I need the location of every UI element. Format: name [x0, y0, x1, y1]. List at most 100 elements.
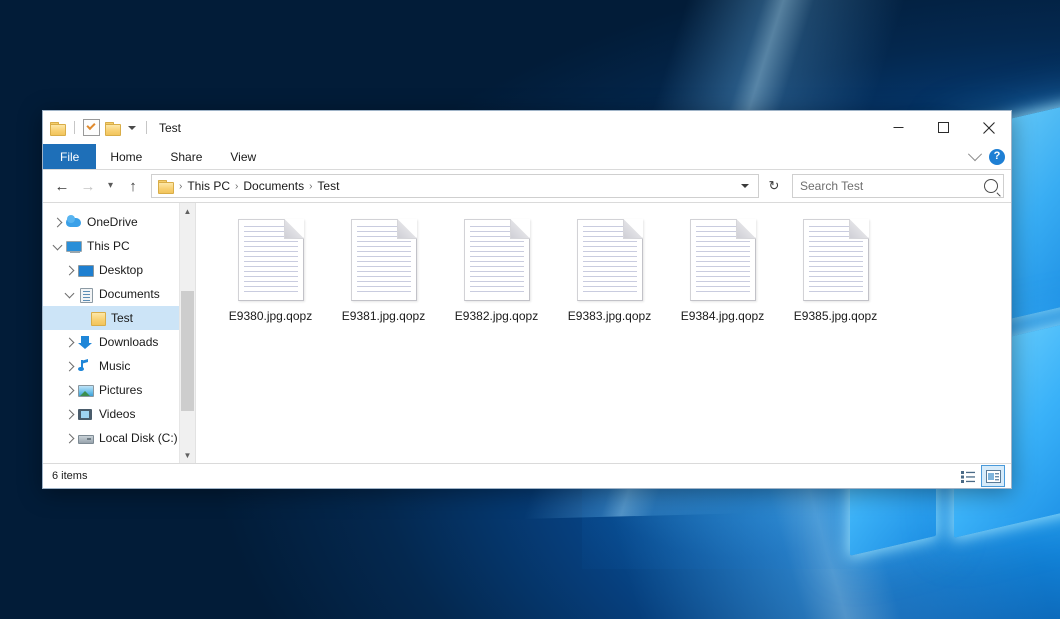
- this-pc-icon: [65, 239, 82, 254]
- chevron-right-icon[interactable]: [61, 363, 77, 370]
- breadcrumb-separator: ›: [233, 181, 240, 192]
- navigation-pane: OneDrive This PC Desktop Documents: [43, 203, 196, 463]
- chevron-right-icon[interactable]: [61, 411, 77, 418]
- properties-icon[interactable]: [83, 119, 100, 136]
- search-input[interactable]: [798, 178, 984, 194]
- sidebar-item-test[interactable]: Test: [43, 306, 195, 330]
- quick-access-toolbar: [50, 119, 150, 136]
- scroll-up-icon[interactable]: ▲: [180, 203, 195, 219]
- scrollbar-thumb[interactable]: [181, 291, 194, 411]
- chevron-right-icon[interactable]: [61, 387, 77, 394]
- sidebar-item-label: Videos: [99, 407, 135, 421]
- file-list-view[interactable]: E9380.jpg.qopz E9381.jpg.qopz E9382.jpg.…: [196, 203, 1011, 463]
- tab-view[interactable]: View: [216, 144, 270, 169]
- tab-file[interactable]: File: [43, 144, 96, 169]
- document-fold: [849, 219, 869, 239]
- new-folder-icon[interactable]: [105, 121, 121, 135]
- minimize-button[interactable]: [876, 111, 921, 144]
- generic-document-icon: [690, 219, 756, 301]
- sidebar-item-onedrive[interactable]: OneDrive: [43, 210, 195, 234]
- breadcrumb-this-pc[interactable]: This PC: [184, 179, 233, 193]
- chevron-down-icon[interactable]: [968, 147, 982, 161]
- forward-button: →: [76, 174, 100, 198]
- breadcrumb-test[interactable]: Test: [314, 179, 342, 193]
- up-button[interactable]: ↑: [121, 174, 145, 198]
- chevron-down-icon[interactable]: [49, 244, 65, 249]
- desktop-icon: [77, 263, 94, 278]
- address-bar: ← → ▾ ↑ › This PC › Documents › Test ↻: [43, 170, 1011, 202]
- generic-document-icon: [351, 219, 417, 301]
- breadcrumb-separator: ›: [307, 181, 314, 192]
- file-name: E9381.jpg.qopz: [342, 309, 425, 323]
- documents-icon: [77, 287, 94, 302]
- sidebar-item-music[interactable]: Music: [43, 354, 195, 378]
- chevron-right-icon[interactable]: [61, 267, 77, 274]
- back-button[interactable]: ←: [50, 174, 74, 198]
- address-dropdown-icon[interactable]: [741, 184, 749, 188]
- document-fold: [736, 219, 756, 239]
- document-fold: [284, 219, 304, 239]
- title-bar: Test: [43, 111, 1011, 144]
- details-view-icon[interactable]: [957, 466, 979, 486]
- file-name: E9385.jpg.qopz: [794, 309, 877, 323]
- help-icon[interactable]: ?: [989, 149, 1005, 165]
- scroll-down-icon[interactable]: ▼: [180, 447, 195, 463]
- ribbon-tab-bar: File Home Share View ?: [43, 144, 1011, 170]
- window-body: OneDrive This PC Desktop Documents: [43, 202, 1011, 463]
- sidebar-item-documents[interactable]: Documents: [43, 282, 195, 306]
- file-name: E9384.jpg.qopz: [681, 309, 764, 323]
- sidebar-item-this-pc[interactable]: This PC: [43, 234, 195, 258]
- tab-home[interactable]: Home: [96, 144, 156, 169]
- sidebar-scrollbar[interactable]: ▲ ▼: [179, 203, 195, 463]
- videos-icon: [77, 407, 94, 422]
- sidebar-item-label: Documents: [99, 287, 160, 301]
- chevron-right-icon[interactable]: [49, 219, 65, 226]
- search-icon[interactable]: [984, 179, 998, 193]
- list-item[interactable]: E9380.jpg.qopz: [214, 215, 327, 323]
- sidebar-item-label: Pictures: [99, 383, 142, 397]
- file-name: E9383.jpg.qopz: [568, 309, 651, 323]
- tab-share[interactable]: Share: [156, 144, 216, 169]
- generic-document-icon: [464, 219, 530, 301]
- pictures-icon: [77, 383, 94, 398]
- list-item[interactable]: E9384.jpg.qopz: [666, 215, 779, 323]
- folder-icon: [89, 311, 106, 326]
- folder-icon[interactable]: [50, 121, 66, 135]
- breadcrumb[interactable]: › This PC › Documents › Test: [151, 174, 759, 198]
- chevron-down-icon[interactable]: [61, 292, 77, 297]
- window-controls: [876, 111, 1011, 144]
- sidebar-item-pictures[interactable]: Pictures: [43, 378, 195, 402]
- customize-dropdown-icon[interactable]: [128, 126, 136, 130]
- breadcrumb-documents[interactable]: Documents: [240, 179, 307, 193]
- list-item[interactable]: E9381.jpg.qopz: [327, 215, 440, 323]
- music-icon: [77, 359, 94, 374]
- sidebar-item-desktop[interactable]: Desktop: [43, 258, 195, 282]
- maximize-button[interactable]: [921, 111, 966, 144]
- list-item[interactable]: E9385.jpg.qopz: [779, 215, 892, 323]
- chevron-right-icon[interactable]: [61, 435, 77, 442]
- recent-locations-icon[interactable]: ▾: [102, 174, 119, 198]
- generic-document-icon: [577, 219, 643, 301]
- search-box[interactable]: [792, 174, 1004, 198]
- list-item[interactable]: E9382.jpg.qopz: [440, 215, 553, 323]
- onedrive-icon: [65, 215, 82, 230]
- sidebar-item-downloads[interactable]: Downloads: [43, 330, 195, 354]
- list-item[interactable]: E9383.jpg.qopz: [553, 215, 666, 323]
- chevron-right-icon[interactable]: [61, 339, 77, 346]
- file-explorer-window: Test File Home Share View ?: [42, 110, 1012, 489]
- close-button[interactable]: [966, 111, 1011, 144]
- sidebar-item-local-disk-c[interactable]: Local Disk (C:): [43, 426, 195, 450]
- refresh-button[interactable]: ↻: [763, 175, 785, 197]
- file-name: E9382.jpg.qopz: [455, 309, 538, 323]
- downloads-icon: [77, 335, 94, 350]
- sidebar-item-label: Downloads: [99, 335, 158, 349]
- sidebar-item-label: OneDrive: [87, 215, 138, 229]
- breadcrumb-separator: ›: [177, 181, 184, 192]
- file-name: E9380.jpg.qopz: [229, 309, 312, 323]
- large-icons-view-icon[interactable]: [981, 465, 1005, 487]
- sidebar-item-label: Test: [111, 311, 133, 325]
- sidebar-item-videos[interactable]: Videos: [43, 402, 195, 426]
- document-fold: [510, 219, 530, 239]
- generic-document-icon: [238, 219, 304, 301]
- document-fold: [623, 219, 643, 239]
